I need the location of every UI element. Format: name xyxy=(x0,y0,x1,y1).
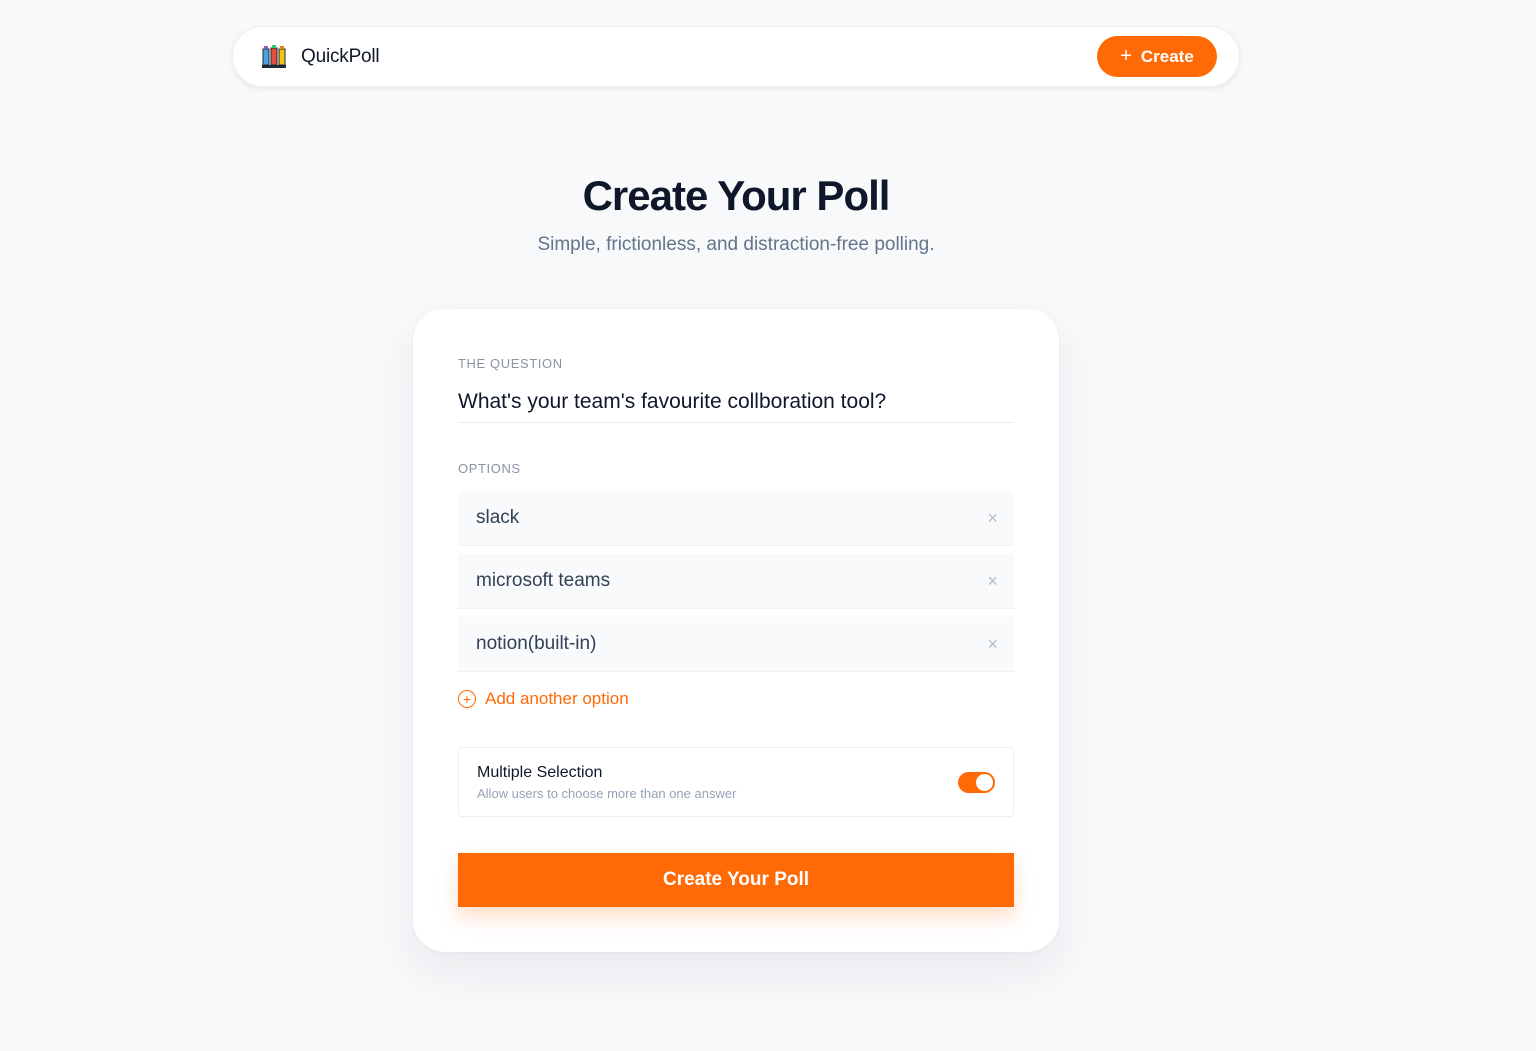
toggle-knob xyxy=(976,773,993,791)
option-row: × xyxy=(458,617,1014,672)
close-icon[interactable]: × xyxy=(987,509,998,527)
multiple-selection-setting: Multiple Selection Allow users to choose… xyxy=(458,747,1014,817)
nav-create-label: Create xyxy=(1140,46,1194,66)
create-poll-button[interactable]: Create Your Poll xyxy=(458,853,1014,907)
question-input[interactable] xyxy=(458,381,1014,423)
plus-icon: + xyxy=(1120,44,1132,67)
close-icon[interactable]: × xyxy=(987,635,998,653)
poll-form-card: THE QUESTION OPTIONS × × × + Add another… xyxy=(413,309,1059,952)
option-input[interactable] xyxy=(476,507,956,529)
page-subtitle: Simple, frictionless, and distraction-fr… xyxy=(537,234,935,255)
nav-create-button[interactable]: + Create xyxy=(1097,36,1217,77)
option-row: × xyxy=(458,491,1014,546)
books-icon xyxy=(262,44,286,68)
multiple-selection-subtitle: Allow users to choose more than one answ… xyxy=(477,785,737,801)
add-option-button[interactable]: + Add another option xyxy=(458,689,629,709)
multiple-selection-toggle[interactable] xyxy=(958,771,995,793)
option-input[interactable] xyxy=(476,570,956,592)
add-option-label: Add another option xyxy=(485,689,629,708)
question-label: THE QUESTION xyxy=(458,356,563,371)
multiple-selection-title: Multiple Selection xyxy=(477,763,603,781)
options-label: OPTIONS xyxy=(458,461,521,476)
brand-name: QuickPoll xyxy=(301,45,380,67)
options-list: × × × xyxy=(458,491,1014,680)
top-navbar: QuickPoll + Create xyxy=(232,26,1240,87)
plus-circle-icon: + xyxy=(458,690,476,708)
option-row: × xyxy=(458,554,1014,609)
brand[interactable]: QuickPoll xyxy=(261,44,380,70)
option-input[interactable] xyxy=(476,633,956,655)
hero: Create Your Poll Simple, frictionless, a… xyxy=(0,172,1472,256)
page-title: Create Your Poll xyxy=(582,172,891,219)
close-icon[interactable]: × xyxy=(987,572,998,590)
